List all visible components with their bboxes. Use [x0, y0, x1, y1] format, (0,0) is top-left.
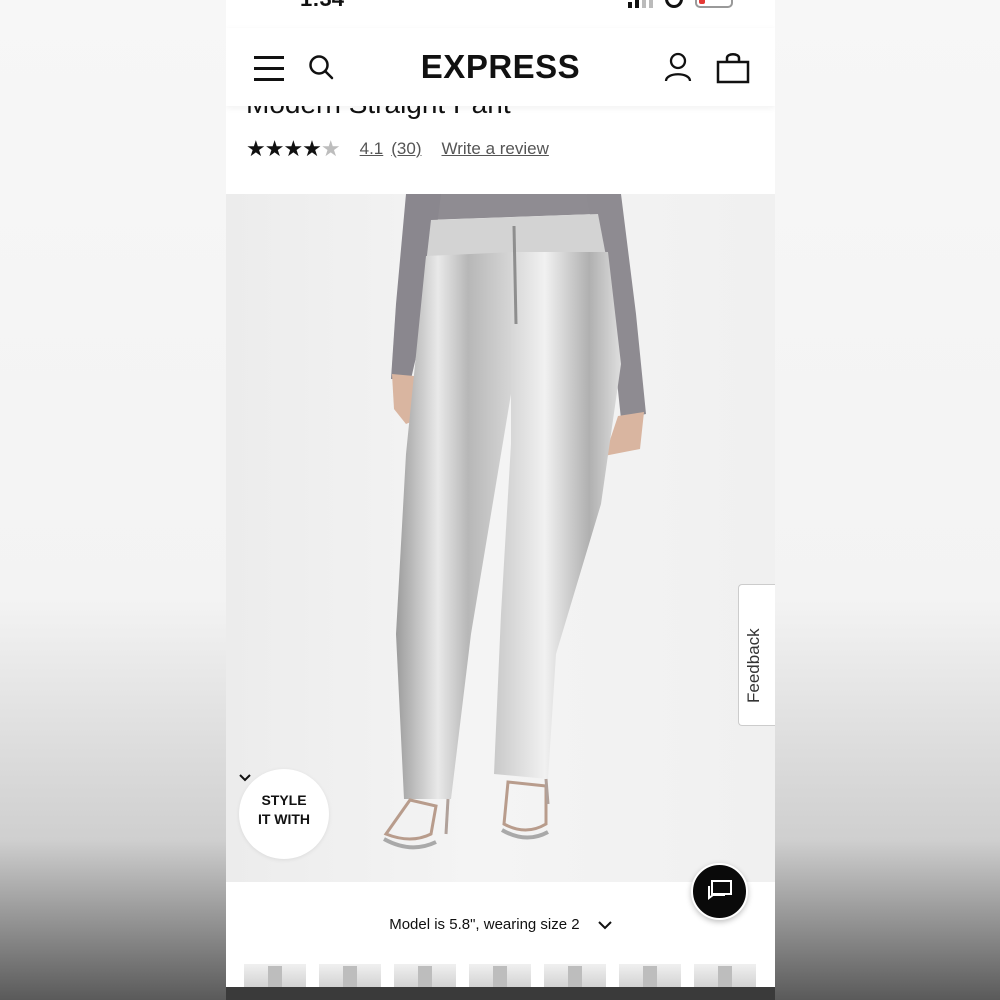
review-count-link[interactable]: (30): [391, 139, 421, 159]
model-info-toggle[interactable]: Model is 5.8", wearing size 2: [226, 916, 775, 933]
shopping-bag-icon[interactable]: [716, 52, 750, 84]
chevron-down-icon: [239, 774, 251, 782]
rating-value-link[interactable]: 4.1: [360, 139, 384, 159]
bottom-bar: [226, 987, 775, 1000]
battery-icon: [695, 0, 733, 8]
chat-button[interactable]: [691, 863, 748, 920]
account-icon[interactable]: [664, 52, 692, 82]
style-it-line1: STYLE: [261, 792, 307, 808]
model-info-text: Model is 5.8", wearing size 2: [389, 916, 580, 933]
star-rating: ★★★★★: [246, 136, 341, 161]
wifi-icon: [665, 0, 683, 8]
chat-icon: [708, 880, 732, 900]
signal-icon: [628, 0, 653, 8]
feedback-tab[interactable]: Feedback: [738, 584, 775, 726]
style-it-with-button[interactable]: STYLE IT WITH: [239, 769, 329, 859]
feedback-label: Feedback: [744, 628, 763, 703]
phone-screen: 1:34 Modern Straight Pant EXPRESS ★★★★★ …: [226, 0, 775, 1000]
status-time: 1:34: [300, 0, 344, 12]
chevron-down-icon: [598, 921, 612, 930]
site-header: EXPRESS: [226, 28, 775, 106]
rating-row: ★★★★★ 4.1 (30) Write a review: [246, 136, 549, 162]
product-image[interactable]: STYLE IT WITH Feedback: [226, 194, 775, 882]
write-review-link[interactable]: Write a review: [442, 139, 549, 159]
status-icons: [628, 0, 733, 8]
express-logo[interactable]: EXPRESS: [226, 48, 775, 86]
style-it-line2: IT WITH: [257, 811, 311, 827]
